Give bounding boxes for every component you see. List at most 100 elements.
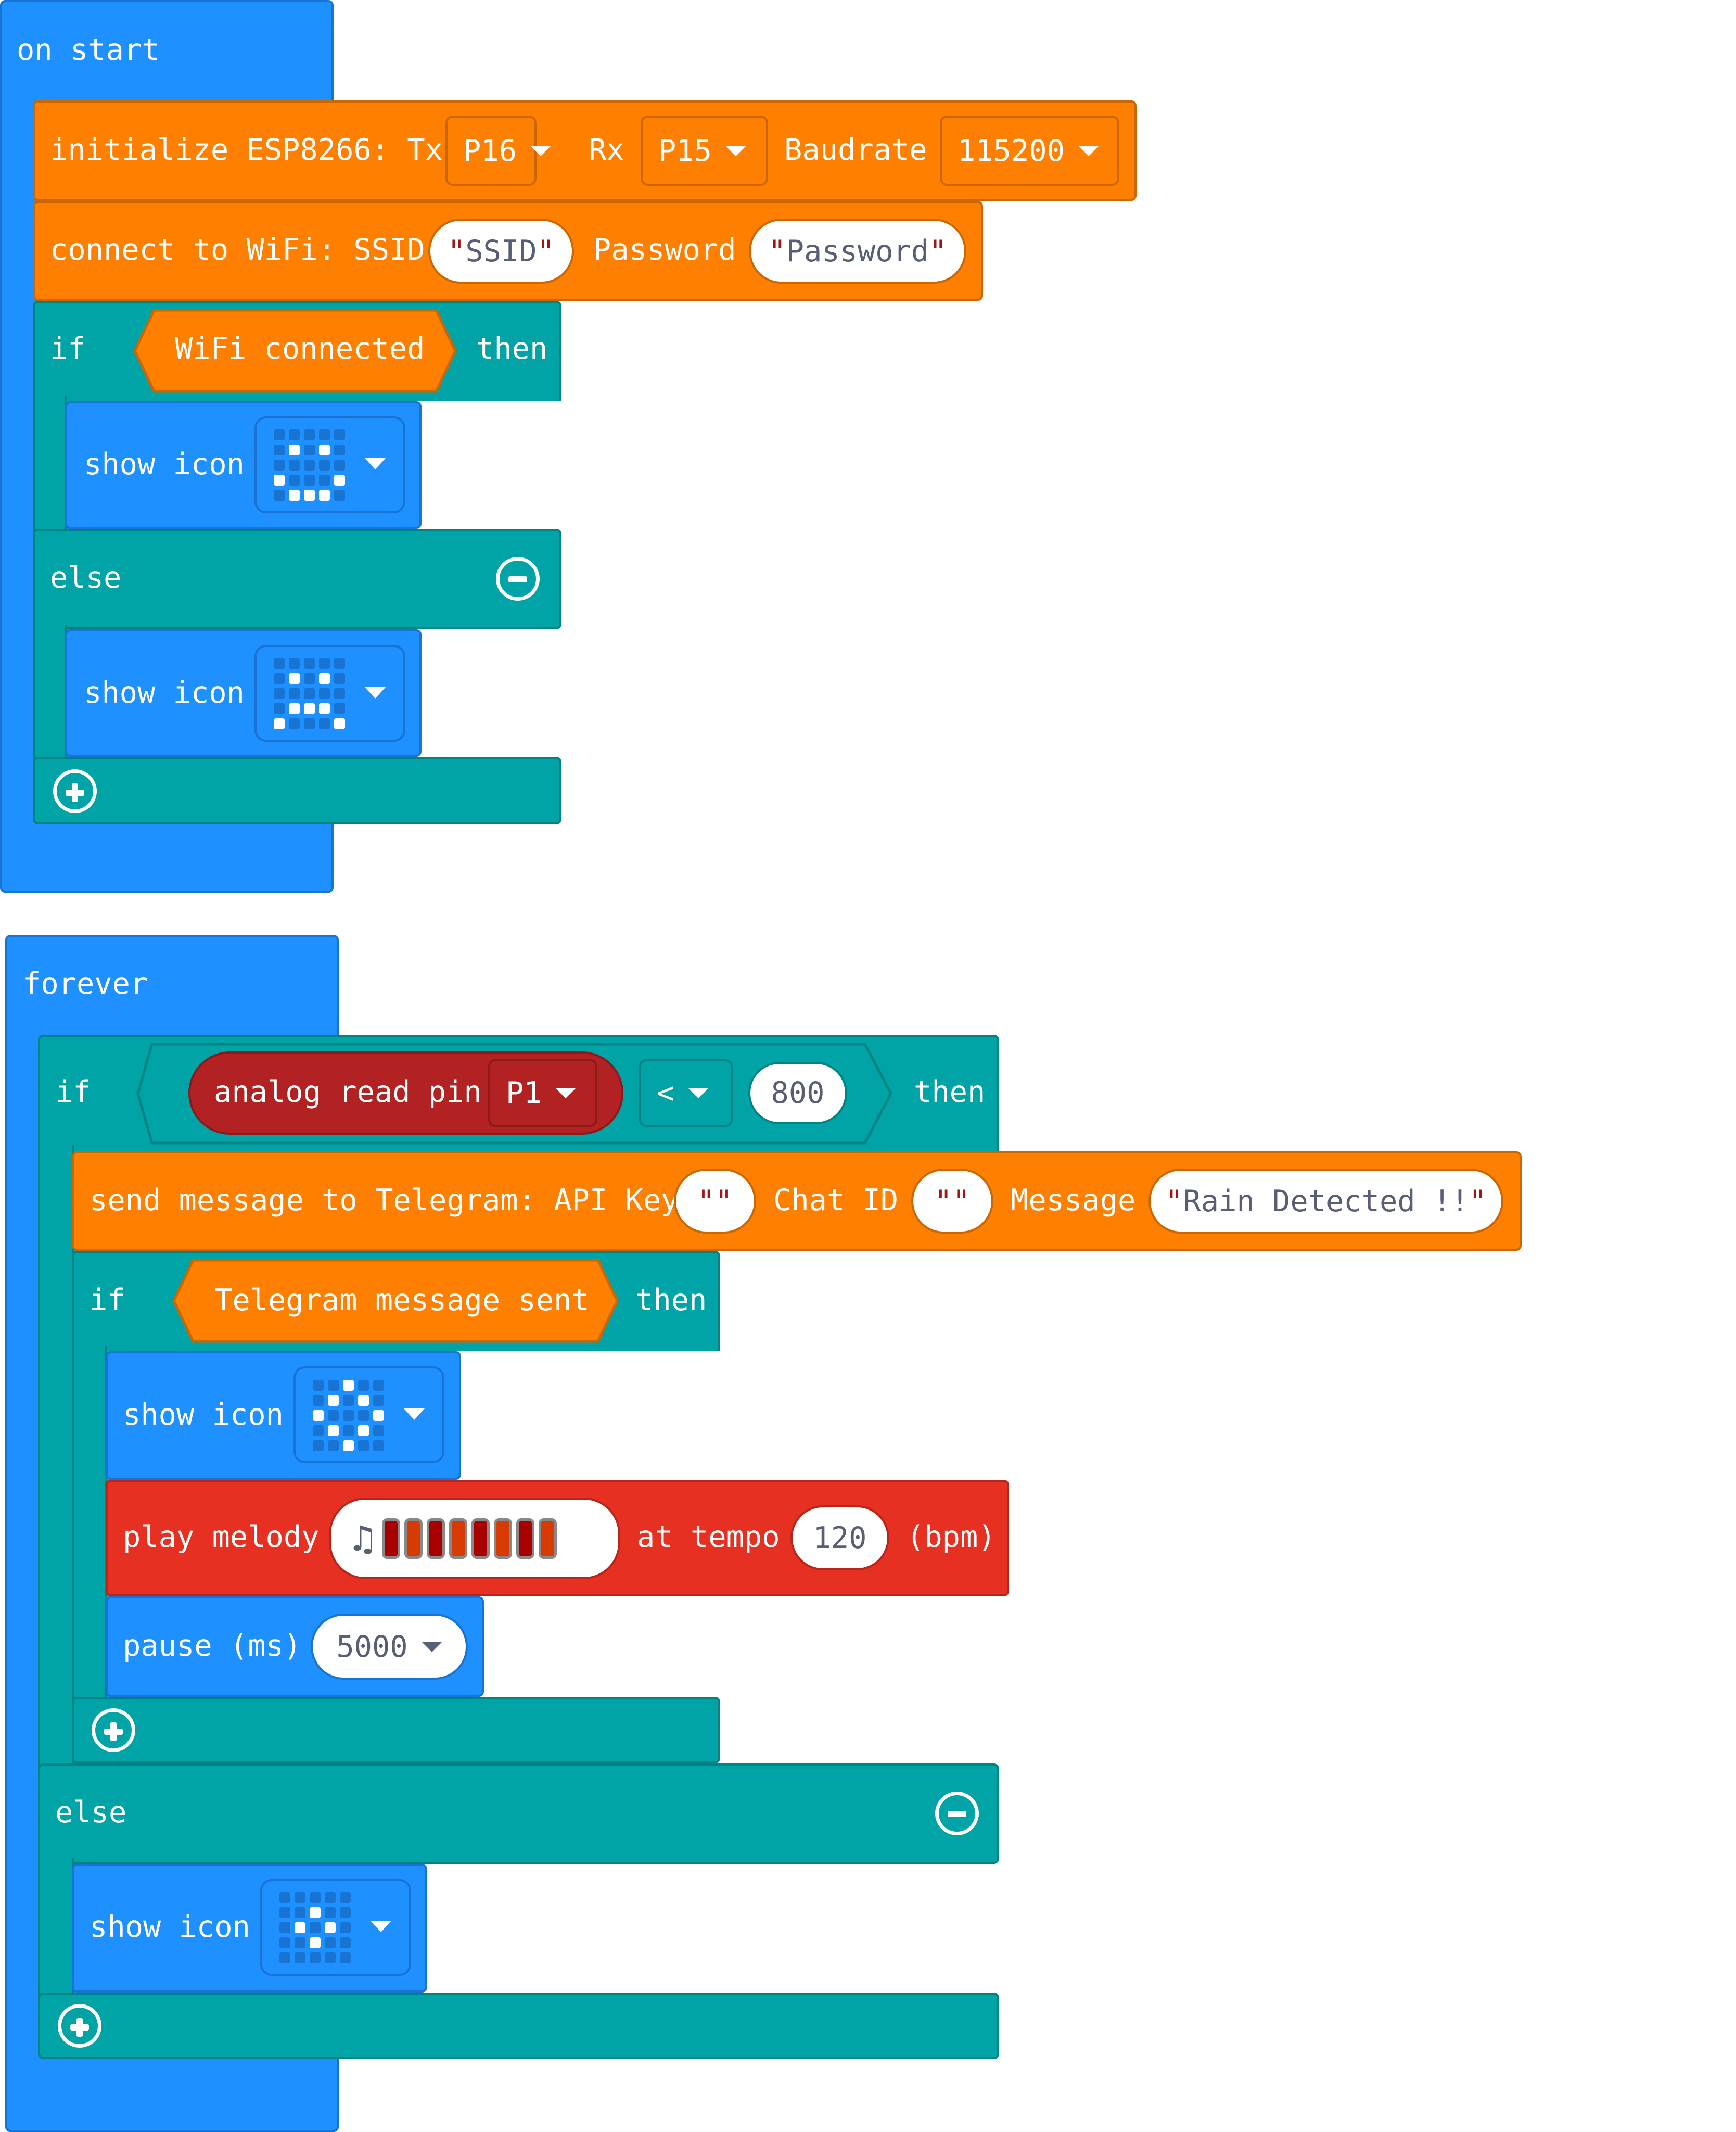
- led-pixel: [313, 1380, 324, 1391]
- led-pixel: [289, 718, 300, 729]
- led-pixel: [310, 1952, 321, 1963]
- melody-picker[interactable]: ♫: [329, 1498, 620, 1579]
- led-pixel: [295, 1952, 305, 1963]
- led-pixel: [325, 1952, 336, 1963]
- led-pixel: [304, 429, 315, 440]
- password-label: Password: [593, 233, 736, 267]
- led-pixel: [279, 1952, 290, 1963]
- chat-id-input[interactable]: " ": [911, 1169, 993, 1234]
- led-pixel: [343, 1380, 354, 1391]
- message-label: Message: [1011, 1183, 1136, 1217]
- led-pixel: [304, 658, 315, 669]
- show-icon-label: show icon: [90, 1910, 250, 1944]
- on-start-label: on start: [17, 33, 160, 67]
- led-pixel: [279, 1907, 290, 1918]
- chevron-down-icon: [421, 1641, 442, 1652]
- led-pixel: [289, 460, 300, 471]
- led-pixel: [325, 1907, 336, 1918]
- led-pixel: [304, 718, 315, 729]
- led-pixel: [343, 1425, 354, 1436]
- led-pixel: [358, 1380, 369, 1391]
- if-sent-footer: [72, 1697, 720, 1763]
- led-pixel: [373, 1380, 384, 1391]
- led-pixel: [319, 718, 330, 729]
- then-label: then: [476, 332, 548, 366]
- baudrate-dropdown[interactable]: 115200: [940, 116, 1119, 186]
- led-pixel: [279, 1937, 290, 1948]
- chevron-down-icon[interactable]: [371, 1921, 391, 1932]
- led-pixel: [319, 460, 330, 471]
- if-rain-arm: [38, 1145, 74, 1770]
- led-pixel: [295, 1937, 305, 1948]
- else-arm: [33, 625, 67, 763]
- operator-value: <: [657, 1076, 675, 1110]
- else-label: else: [55, 1795, 127, 1830]
- else-block: [38, 1763, 999, 1864]
- pause-dropdown[interactable]: 5000: [311, 1614, 468, 1680]
- led-pixel: [274, 429, 285, 440]
- chevron-down-icon[interactable]: [365, 458, 386, 469]
- sad-face-icon: [274, 658, 345, 729]
- led-pixel: [289, 475, 300, 486]
- led-pixel: [343, 1440, 354, 1451]
- ssid-input[interactable]: " SSID ": [428, 219, 574, 284]
- pause-label: pause (ms): [123, 1629, 302, 1663]
- baudrate-label: Baudrate: [784, 133, 927, 167]
- tempo-input[interactable]: 120: [790, 1505, 889, 1570]
- led-pixel: [340, 1937, 351, 1948]
- if-sent-arm: [72, 1346, 107, 1705]
- else-label: else: [50, 561, 122, 595]
- melody-note: [539, 1518, 557, 1559]
- led-pixel: [279, 1892, 290, 1903]
- message-input[interactable]: " Rain Detected !! ": [1148, 1169, 1503, 1234]
- led-pixel: [358, 1395, 369, 1406]
- led-pixel: [274, 703, 285, 714]
- led-pixel: [319, 445, 330, 455]
- led-pixel: [334, 475, 345, 486]
- bpm-label: (bpm): [907, 1520, 996, 1554]
- add-branch-button[interactable]: [92, 1708, 135, 1752]
- diamond-icon: [313, 1380, 384, 1451]
- led-pixel: [304, 460, 315, 471]
- if-label: if: [55, 1075, 91, 1109]
- led-pixel: [313, 1425, 324, 1436]
- led-pixel: [340, 1922, 351, 1933]
- led-pixel: [340, 1952, 351, 1963]
- pin-dropdown[interactable]: P1: [488, 1059, 597, 1127]
- remove-else-button[interactable]: [935, 1792, 979, 1835]
- led-pixel: [274, 475, 285, 486]
- led-pixel: [295, 1907, 305, 1918]
- chevron-down-icon[interactable]: [404, 1408, 425, 1420]
- led-pixel: [274, 490, 285, 501]
- led-pixel: [328, 1440, 339, 1451]
- api-key-input[interactable]: " ": [674, 1169, 756, 1234]
- chevron-down-icon: [688, 1088, 709, 1098]
- music-note-icon: ♫: [352, 1517, 374, 1560]
- threshold-input[interactable]: 800: [748, 1062, 847, 1124]
- message-value: Rain Detected !!: [1183, 1184, 1469, 1219]
- operator-dropdown[interactable]: <: [639, 1059, 733, 1127]
- led-pixel: [328, 1425, 339, 1436]
- show-icon-label: show icon: [84, 447, 245, 481]
- led-pixel: [313, 1395, 324, 1406]
- led-pixel: [310, 1922, 321, 1933]
- add-branch-button[interactable]: [58, 2004, 101, 2048]
- led-pixel: [340, 1892, 351, 1903]
- tempo-label: at tempo: [637, 1520, 780, 1554]
- rx-pin-dropdown[interactable]: P15: [641, 116, 768, 186]
- led-pixel: [358, 1425, 369, 1436]
- pin-value: P1: [506, 1076, 542, 1110]
- chevron-down-icon[interactable]: [365, 687, 386, 699]
- led-pixel: [319, 703, 330, 714]
- led-pixel: [373, 1425, 384, 1436]
- analog-read-label: analog read pin: [214, 1075, 482, 1109]
- password-input[interactable]: " Password ": [749, 219, 966, 284]
- melody-note: [404, 1518, 423, 1559]
- add-branch-button[interactable]: [53, 769, 97, 813]
- then-label: then: [914, 1075, 986, 1109]
- led-pixel: [334, 429, 345, 440]
- remove-else-button[interactable]: [496, 557, 540, 601]
- led-pixel: [343, 1395, 354, 1406]
- melody-note: [382, 1518, 401, 1559]
- tx-pin-dropdown[interactable]: P16: [445, 116, 551, 186]
